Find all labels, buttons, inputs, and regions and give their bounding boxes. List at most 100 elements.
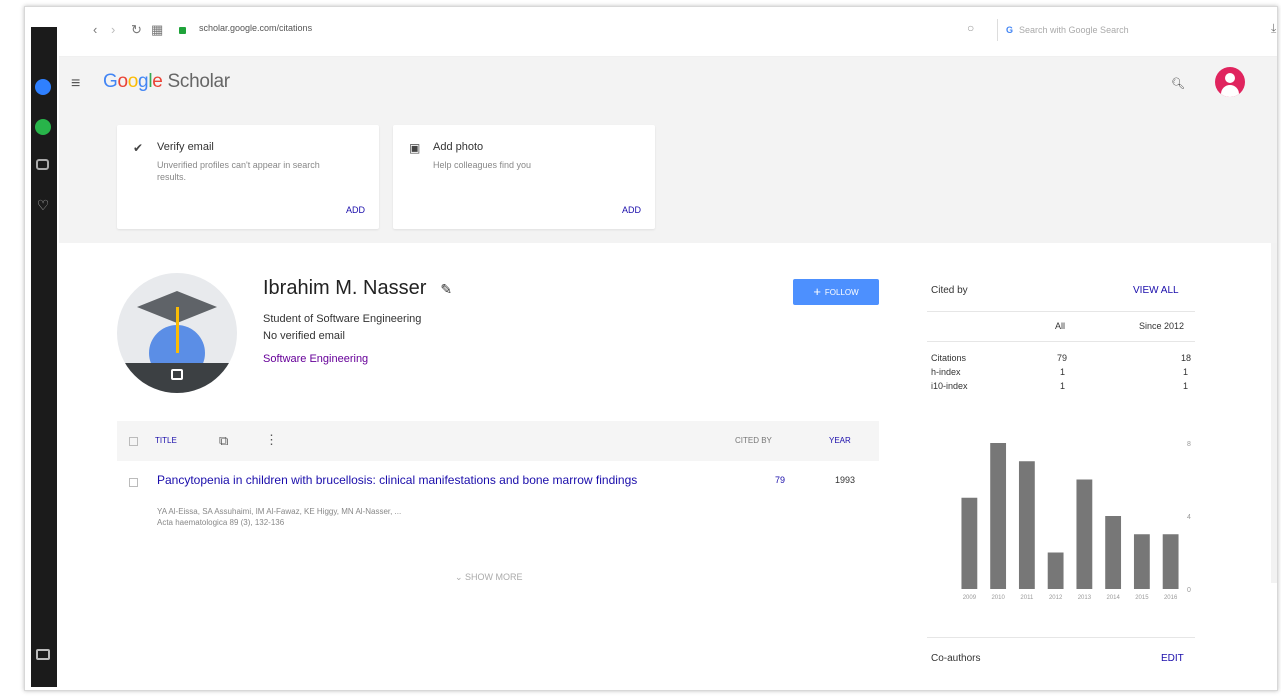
logo-letter: G [103, 71, 118, 92]
article-cited-count[interactable]: 79 [775, 475, 785, 485]
card-title: Add photo [433, 141, 484, 153]
articles-table-header: TITLE ⧉ ⋮ CITED BY YEAR [117, 421, 879, 461]
year-sort-header[interactable]: YEAR [829, 436, 851, 445]
y-tick-label: 8 [1187, 441, 1191, 448]
col-all-header: All [1055, 321, 1066, 331]
bar-2013[interactable] [1076, 479, 1093, 590]
article-title-link[interactable]: Pancytopenia in children with brucellosi… [157, 473, 717, 488]
cited-by-title: Cited by [931, 285, 968, 296]
y-tick-label: 4 [1187, 514, 1191, 521]
camera-icon [171, 369, 183, 380]
bar-2011[interactable] [1018, 461, 1035, 589]
follow-button[interactable]: + FOLLOW [793, 279, 879, 305]
stat-all: 79 [1057, 353, 1068, 363]
select-all-checkbox[interactable] [129, 437, 138, 446]
forward-icon[interactable]: › [111, 22, 115, 37]
address-bar: ‹ › ↻ ▦ scholar.google.com/citations ○ G… [59, 7, 1277, 57]
stat-since: 1 [1183, 381, 1189, 391]
stat-since: 1 [1183, 367, 1189, 377]
menu-icon[interactable]: ≡ [71, 75, 80, 93]
article-authors: YA Al-Eissa, SA Assuhaimi, IM Al-Fawaz, … [157, 507, 402, 516]
scrollbar[interactable] [1271, 243, 1277, 583]
download-icon[interactable]: ⤓ [1271, 21, 1276, 36]
merge-icon[interactable]: ⧉ [219, 433, 228, 449]
follow-label: FOLLOW [824, 288, 859, 297]
bar-2015[interactable] [1133, 534, 1150, 589]
stat-label: h-index [931, 367, 961, 377]
profile-affiliation: Student of Software Engineering [263, 313, 422, 325]
chevron-down-icon: ⌄ [455, 572, 466, 582]
logo-letter: g [138, 71, 149, 92]
divider [927, 637, 1195, 638]
coauthors-title: Co-authors [931, 653, 981, 664]
google-g-icon: G [1006, 25, 1014, 35]
cited-by-sort-header[interactable]: CITED BY [735, 436, 772, 445]
messenger-icon[interactable] [35, 79, 51, 95]
search-placeholder: Search with Google Search [1019, 25, 1129, 35]
back-icon[interactable]: ‹ [93, 22, 97, 37]
profile-interest-link[interactable]: Software Engineering [263, 353, 368, 365]
url-field[interactable]: scholar.google.com/citations [199, 23, 312, 33]
more-vert-icon[interactable]: ⋮ [265, 432, 278, 448]
citations-bar-chart: 2009 2010 2011 2012 2013 2014 2015 2016 8 4 0 [961, 441, 1191, 601]
stat-label: i10-index [931, 381, 968, 391]
profile-photo[interactable] [117, 273, 237, 393]
show-more-label: SHOW MORE [465, 572, 523, 582]
card-title: Verify email [157, 141, 214, 153]
shield-icon[interactable]: ○ [967, 21, 974, 35]
x-tick-label: 2013 [1078, 595, 1092, 601]
change-photo-button[interactable] [117, 363, 237, 393]
stat-all: 1 [1060, 367, 1066, 377]
browser-search-field[interactable]: G Search with Google Search [997, 19, 1179, 41]
bar-2016[interactable] [1162, 534, 1179, 589]
stat-label: Citations [931, 353, 967, 363]
panel-toggle-icon[interactable] [36, 649, 50, 660]
x-tick-label: 2015 [1135, 595, 1149, 601]
col-since-header: Since 2012 [1139, 321, 1185, 331]
card-description: Help colleagues find you [433, 160, 532, 170]
bar-2010[interactable] [990, 443, 1007, 589]
x-tick-label: 2014 [1106, 595, 1120, 601]
y-tick-label: 0 [1187, 587, 1191, 594]
lock-icon [179, 27, 186, 34]
divider [927, 341, 1195, 342]
plus-icon: + [813, 284, 821, 299]
reload-icon[interactable]: ↻ [131, 22, 142, 38]
add-photo-icon: ▣ [409, 141, 421, 155]
heart-icon[interactable]: ♡ [35, 197, 51, 213]
coauthors-edit-link[interactable]: EDIT [1161, 653, 1184, 664]
search-icon[interactable]: 🔍︎ [1171, 77, 1185, 90]
add-photo-button[interactable]: ADD [622, 205, 641, 215]
view-all-link[interactable]: VIEW ALL [1133, 285, 1179, 296]
show-more-button[interactable]: ⌄ SHOW MORE [455, 572, 523, 583]
x-tick-label: 2009 [963, 595, 977, 601]
x-tick-label: 2016 [1164, 595, 1178, 601]
bar-2009[interactable] [961, 497, 978, 589]
add-email-button[interactable]: ADD [346, 205, 365, 215]
stat-since: 18 [1181, 353, 1192, 363]
title-sort-header[interactable]: TITLE [155, 436, 177, 445]
article-year: 1993 [835, 475, 856, 485]
google-scholar-logo[interactable]: Google Scholar [103, 71, 230, 93]
scholar-header: ≡ Google Scholar 🔍︎ [59, 57, 1277, 109]
speed-dial-icon[interactable]: ▦ [151, 22, 163, 38]
verify-email-card: ✔ Verify email Unverified profiles can't… [117, 125, 379, 229]
logo-suffix: Scholar [162, 71, 231, 92]
row-checkbox[interactable] [129, 478, 138, 487]
article-journal: Acta haematologica 89 (3), 132-136 [157, 518, 285, 527]
x-tick-label: 2011 [1020, 595, 1034, 601]
bar-2014[interactable] [1105, 516, 1122, 589]
x-tick-label: 2012 [1049, 595, 1063, 601]
cap-tassel [176, 307, 179, 353]
bar-2012[interactable] [1047, 552, 1064, 590]
logo-letter: o [127, 71, 139, 92]
browser-window: ♡ ‹ › ↻ ▦ scholar.google.com/citations ○… [24, 6, 1278, 691]
verified-shield-icon: ✔ [133, 141, 144, 155]
profile-setup-band: ✔ Verify email Unverified profiles can't… [59, 109, 1277, 243]
logo-letter: e [152, 71, 163, 92]
whatsapp-icon[interactable] [35, 119, 51, 135]
account-avatar[interactable] [1215, 67, 1245, 97]
snapshot-icon[interactable] [36, 159, 49, 170]
edit-pencil-icon[interactable]: ✎ [440, 281, 452, 297]
browser-sidebar: ♡ [31, 27, 57, 687]
